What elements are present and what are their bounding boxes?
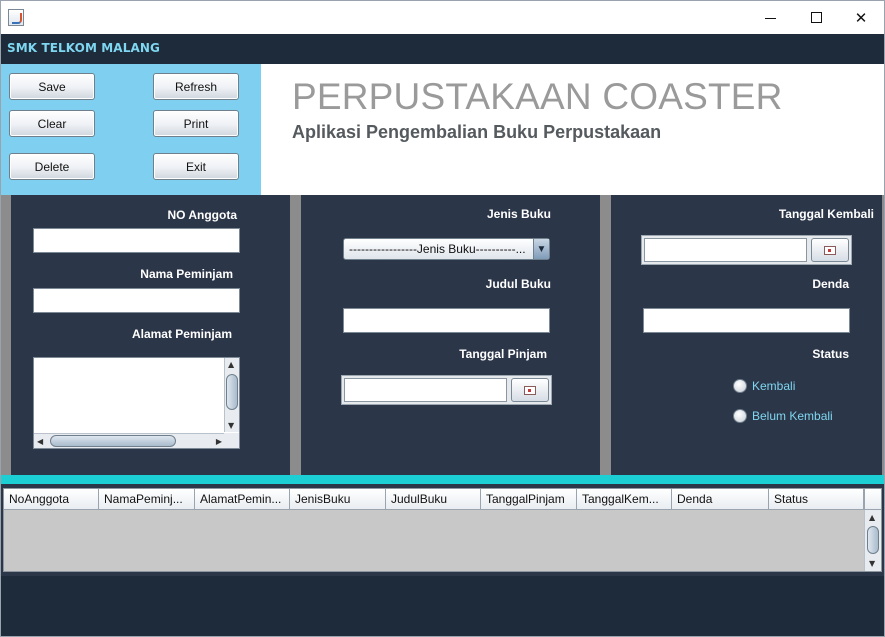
column-header-tanggalpinjam[interactable]: TanggalPinjam — [481, 489, 577, 509]
return-panel: Tanggal Kembali Denda Status Kembali Bel… — [611, 195, 882, 475]
header-panel: PERPUSTAKAAN COASTER Aplikasi Pengembali… — [261, 64, 884, 195]
maximize-button[interactable] — [793, 1, 839, 34]
nama-peminjam-field[interactable] — [33, 288, 240, 313]
tanggal-kembali-field[interactable] — [644, 238, 807, 262]
status-radio-kembali[interactable]: Kembali — [733, 379, 795, 393]
jenis-buku-label: Jenis Buku — [486, 207, 551, 221]
calendar-icon — [824, 245, 836, 255]
save-button[interactable]: Save — [9, 73, 95, 100]
exit-button[interactable]: Exit — [153, 153, 239, 180]
top-bar: SMK TELKOM MALANG — [1, 34, 884, 64]
book-panel: Jenis Buku -----------------Jenis Buku--… — [301, 195, 600, 475]
column-header-tanggalkembali[interactable]: TanggalKem... — [577, 489, 672, 509]
cyan-separator — [1, 475, 884, 484]
table-header-corner — [864, 489, 881, 510]
textarea-horizontal-scrollbar[interactable]: ◀ ▶ — [34, 433, 225, 448]
borrower-panel: NO Anggota Nama Peminjam Alamat Peminjam… — [11, 195, 290, 475]
column-header-namapeminjam[interactable]: NamaPeminj... — [99, 489, 195, 509]
refresh-button[interactable]: Refresh — [153, 73, 239, 100]
alamat-peminjam-label: Alamat Peminjam — [131, 327, 232, 341]
scroll-down-icon[interactable]: ▼ — [869, 559, 875, 568]
scroll-corner — [224, 433, 239, 448]
textarea-vertical-scrollbar[interactable]: ▲ ▼ — [224, 358, 239, 432]
footer-bar — [1, 576, 884, 636]
data-table[interactable]: NoAnggota NamaPeminj... AlamatPemin... J… — [3, 488, 882, 572]
jenis-buku-selected: -----------------Jenis Buku----------... — [349, 242, 526, 256]
app-title: PERPUSTAKAAN COASTER — [292, 76, 783, 117]
vertical-scroll-thumb[interactable] — [226, 374, 238, 410]
close-icon: ✕ — [854, 8, 868, 27]
status-option-label: Belum Kembali — [752, 409, 833, 423]
scroll-down-icon[interactable]: ▼ — [228, 421, 234, 430]
table-scroll-thumb[interactable] — [867, 526, 879, 554]
scroll-up-icon[interactable]: ▲ — [869, 513, 875, 522]
radio-button-icon[interactable] — [733, 409, 747, 423]
judul-buku-field[interactable] — [343, 308, 550, 333]
button-panel: Save Refresh Clear Print Delete Exit — [1, 64, 261, 195]
form-area: NO Anggota Nama Peminjam Alamat Peminjam… — [1, 195, 884, 475]
column-header-denda[interactable]: Denda — [672, 489, 769, 509]
tanggal-kembali-label: Tanggal Kembali — [778, 207, 874, 221]
clear-button[interactable]: Clear — [9, 110, 95, 137]
alamat-peminjam-textarea[interactable]: ▲ ▼ ◀ ▶ — [33, 357, 240, 449]
app-subtitle: Aplikasi Pengembalian Buku Perpustakaan — [292, 122, 662, 142]
scroll-left-icon[interactable]: ◀ — [37, 437, 43, 446]
column-header-status[interactable]: Status — [769, 489, 864, 509]
table-header: NoAnggota NamaPeminj... AlamatPemin... J… — [4, 489, 864, 510]
table-vertical-scrollbar[interactable]: ▲ ▼ — [864, 510, 881, 571]
status-label: Status — [812, 347, 849, 361]
no-anggota-label: NO Anggota — [167, 208, 237, 222]
status-radio-belum-kembali[interactable]: Belum Kembali — [733, 409, 833, 423]
print-button[interactable]: Print — [153, 110, 239, 137]
nama-peminjam-label: Nama Peminjam — [140, 267, 233, 281]
column-header-jenisbuku[interactable]: JenisBuku — [290, 489, 386, 509]
column-header-judulbuku[interactable]: JudulBuku — [386, 489, 481, 509]
jenis-buku-dropdown[interactable]: -----------------Jenis Buku----------...… — [343, 238, 550, 260]
minimize-button[interactable] — [747, 1, 793, 34]
table-panel: NoAnggota NamaPeminj... AlamatPemin... J… — [1, 484, 884, 576]
chevron-down-icon[interactable]: ▼ — [533, 239, 549, 259]
calendar-icon — [524, 385, 536, 395]
radio-button-icon[interactable] — [733, 379, 747, 393]
no-anggota-field[interactable] — [33, 228, 240, 253]
denda-label: Denda — [812, 277, 849, 291]
tanggal-pinjam-datepicker — [341, 375, 552, 405]
close-button[interactable]: ✕ — [838, 1, 884, 34]
delete-button[interactable]: Delete — [9, 153, 95, 180]
judul-buku-label: Judul Buku — [485, 277, 551, 291]
column-header-noanggota[interactable]: NoAnggota — [4, 489, 99, 509]
horizontal-scroll-thumb[interactable] — [50, 435, 176, 447]
tanggal-kembali-datepicker — [641, 235, 852, 265]
tanggal-pinjam-label: Tanggal Pinjam — [459, 347, 547, 361]
java-app-icon — [8, 9, 24, 26]
tanggal-kembali-calendar-button[interactable] — [811, 238, 849, 262]
tanggal-pinjam-field[interactable] — [344, 378, 507, 402]
minimize-icon — [764, 17, 776, 19]
title-bar: ✕ — [1, 1, 884, 34]
school-label: SMK TELKOM MALANG — [7, 41, 160, 55]
scroll-up-icon[interactable]: ▲ — [228, 360, 234, 369]
scroll-right-icon[interactable]: ▶ — [216, 437, 222, 446]
denda-field[interactable] — [643, 308, 850, 333]
maximize-icon — [810, 12, 822, 23]
app-window: ✕ SMK TELKOM MALANG Save Refresh Clear P… — [0, 0, 885, 637]
tanggal-pinjam-calendar-button[interactable] — [511, 378, 549, 402]
column-header-alamatpeminjam[interactable]: AlamatPemin... — [195, 489, 290, 509]
status-option-label: Kembali — [752, 379, 796, 393]
